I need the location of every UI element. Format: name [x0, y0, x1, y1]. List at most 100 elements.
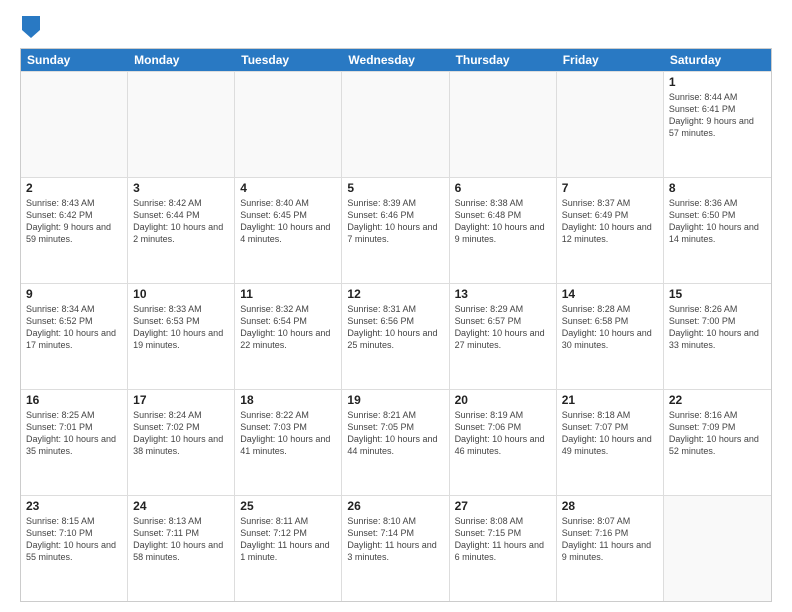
calendar: SundayMondayTuesdayWednesdayThursdayFrid… — [20, 48, 772, 602]
calendar-cell: 15 Sunrise: 8:26 AM Sunset: 7:00 PM Dayli… — [664, 284, 771, 389]
day-info: Sunrise: 8:26 AM Sunset: 7:00 PM Dayligh… — [669, 303, 766, 352]
calendar-cell: 8 Sunrise: 8:36 AM Sunset: 6:50 PM Daylig… — [664, 178, 771, 283]
day-number: 12 — [347, 287, 443, 301]
calendar-cell: 11Sunrise: 8:32 AM Sunset: 6:54 PM Dayli… — [235, 284, 342, 389]
calendar-header-cell: Monday — [128, 49, 235, 71]
calendar-row: 2 Sunrise: 8:43 AM Sunset: 6:42 PM Daylig… — [21, 177, 771, 283]
day-info: Sunrise: 8:25 AM Sunset: 7:01 PM Dayligh… — [26, 409, 122, 458]
day-info: Sunrise: 8:11 AM Sunset: 7:12 PM Dayligh… — [240, 515, 336, 564]
calendar-cell: 20 Sunrise: 8:19 AM Sunset: 7:06 PM Dayli… — [450, 390, 557, 495]
calendar-cell: 25 Sunrise: 8:11 AM Sunset: 7:12 PM Dayli… — [235, 496, 342, 601]
calendar-cell: 16 Sunrise: 8:25 AM Sunset: 7:01 PM Dayli… — [21, 390, 128, 495]
calendar-header-cell: Friday — [557, 49, 664, 71]
calendar-row: 23Sunrise: 8:15 AM Sunset: 7:10 PM Dayli… — [21, 495, 771, 601]
day-number: 18 — [240, 393, 336, 407]
day-info: Sunrise: 8:19 AM Sunset: 7:06 PM Dayligh… — [455, 409, 551, 458]
calendar-cell: 28 Sunrise: 8:07 AM Sunset: 7:16 PM Dayli… — [557, 496, 664, 601]
calendar-cell — [342, 72, 449, 177]
day-info: Sunrise: 8:31 AM Sunset: 6:56 PM Dayligh… — [347, 303, 443, 352]
calendar-cell — [128, 72, 235, 177]
calendar-cell: 19Sunrise: 8:21 AM Sunset: 7:05 PM Dayli… — [342, 390, 449, 495]
logo-icon — [22, 16, 40, 38]
day-number: 27 — [455, 499, 551, 513]
day-info: Sunrise: 8:39 AM Sunset: 6:46 PM Dayligh… — [347, 197, 443, 246]
calendar-cell — [235, 72, 342, 177]
day-info: Sunrise: 8:13 AM Sunset: 7:11 PM Dayligh… — [133, 515, 229, 564]
day-number: 1 — [669, 75, 766, 89]
day-number: 5 — [347, 181, 443, 195]
page: SundayMondayTuesdayWednesdayThursdayFrid… — [0, 0, 792, 612]
calendar-cell: 9 Sunrise: 8:34 AM Sunset: 6:52 PM Daylig… — [21, 284, 128, 389]
calendar-cell: 21 Sunrise: 8:18 AM Sunset: 7:07 PM Dayli… — [557, 390, 664, 495]
day-info: Sunrise: 8:36 AM Sunset: 6:50 PM Dayligh… — [669, 197, 766, 246]
day-number: 9 — [26, 287, 122, 301]
day-info: Sunrise: 8:44 AM Sunset: 6:41 PM Dayligh… — [669, 91, 766, 140]
day-number: 24 — [133, 499, 229, 513]
calendar-cell: 23Sunrise: 8:15 AM Sunset: 7:10 PM Dayli… — [21, 496, 128, 601]
calendar-cell: 22 Sunrise: 8:16 AM Sunset: 7:09 PM Dayli… — [664, 390, 771, 495]
day-number: 2 — [26, 181, 122, 195]
day-number: 14 — [562, 287, 658, 301]
day-number: 26 — [347, 499, 443, 513]
calendar-cell: 12 Sunrise: 8:31 AM Sunset: 6:56 PM Dayli… — [342, 284, 449, 389]
day-info: Sunrise: 8:37 AM Sunset: 6:49 PM Dayligh… — [562, 197, 658, 246]
day-info: Sunrise: 8:40 AM Sunset: 6:45 PM Dayligh… — [240, 197, 336, 246]
day-info: Sunrise: 8:42 AM Sunset: 6:44 PM Dayligh… — [133, 197, 229, 246]
calendar-cell — [450, 72, 557, 177]
calendar-cell: 14 Sunrise: 8:28 AM Sunset: 6:58 PM Dayli… — [557, 284, 664, 389]
calendar-cell: 13 Sunrise: 8:29 AM Sunset: 6:57 PM Dayli… — [450, 284, 557, 389]
day-info: Sunrise: 8:18 AM Sunset: 7:07 PM Dayligh… — [562, 409, 658, 458]
day-info: Sunrise: 8:07 AM Sunset: 7:16 PM Dayligh… — [562, 515, 658, 564]
calendar-cell: 7Sunrise: 8:37 AM Sunset: 6:49 PM Daylig… — [557, 178, 664, 283]
day-number: 22 — [669, 393, 766, 407]
day-info: Sunrise: 8:33 AM Sunset: 6:53 PM Dayligh… — [133, 303, 229, 352]
calendar-row: 1 Sunrise: 8:44 AM Sunset: 6:41 PM Daylig… — [21, 71, 771, 177]
calendar-cell: 4 Sunrise: 8:40 AM Sunset: 6:45 PM Daylig… — [235, 178, 342, 283]
day-info: Sunrise: 8:38 AM Sunset: 6:48 PM Dayligh… — [455, 197, 551, 246]
day-number: 8 — [669, 181, 766, 195]
day-info: Sunrise: 8:34 AM Sunset: 6:52 PM Dayligh… — [26, 303, 122, 352]
day-number: 25 — [240, 499, 336, 513]
day-number: 20 — [455, 393, 551, 407]
day-info: Sunrise: 8:10 AM Sunset: 7:14 PM Dayligh… — [347, 515, 443, 564]
calendar-cell: 17 Sunrise: 8:24 AM Sunset: 7:02 PM Dayli… — [128, 390, 235, 495]
calendar-cell — [21, 72, 128, 177]
calendar-header-cell: Tuesday — [235, 49, 342, 71]
calendar-row: 16 Sunrise: 8:25 AM Sunset: 7:01 PM Dayli… — [21, 389, 771, 495]
calendar-cell — [664, 496, 771, 601]
day-info: Sunrise: 8:28 AM Sunset: 6:58 PM Dayligh… — [562, 303, 658, 352]
day-number: 28 — [562, 499, 658, 513]
day-info: Sunrise: 8:15 AM Sunset: 7:10 PM Dayligh… — [26, 515, 122, 564]
day-number: 19 — [347, 393, 443, 407]
day-number: 4 — [240, 181, 336, 195]
calendar-cell: 27 Sunrise: 8:08 AM Sunset: 7:15 PM Dayli… — [450, 496, 557, 601]
calendar-cell: 10 Sunrise: 8:33 AM Sunset: 6:53 PM Dayli… — [128, 284, 235, 389]
day-info: Sunrise: 8:22 AM Sunset: 7:03 PM Dayligh… — [240, 409, 336, 458]
day-number: 13 — [455, 287, 551, 301]
calendar-cell: 1 Sunrise: 8:44 AM Sunset: 6:41 PM Daylig… — [664, 72, 771, 177]
calendar-header-cell: Saturday — [664, 49, 771, 71]
calendar-cell — [557, 72, 664, 177]
calendar-header-cell: Thursday — [450, 49, 557, 71]
logo — [20, 16, 40, 38]
day-number: 16 — [26, 393, 122, 407]
calendar-body: 1 Sunrise: 8:44 AM Sunset: 6:41 PM Daylig… — [21, 71, 771, 601]
calendar-cell: 26 Sunrise: 8:10 AM Sunset: 7:14 PM Dayli… — [342, 496, 449, 601]
day-info: Sunrise: 8:16 AM Sunset: 7:09 PM Dayligh… — [669, 409, 766, 458]
calendar-cell: 2 Sunrise: 8:43 AM Sunset: 6:42 PM Daylig… — [21, 178, 128, 283]
day-number: 17 — [133, 393, 229, 407]
day-number: 21 — [562, 393, 658, 407]
calendar-cell: 24 Sunrise: 8:13 AM Sunset: 7:11 PM Dayli… — [128, 496, 235, 601]
calendar-cell: 3Sunrise: 8:42 AM Sunset: 6:44 PM Daylig… — [128, 178, 235, 283]
day-info: Sunrise: 8:29 AM Sunset: 6:57 PM Dayligh… — [455, 303, 551, 352]
calendar-row: 9 Sunrise: 8:34 AM Sunset: 6:52 PM Daylig… — [21, 283, 771, 389]
calendar-cell: 5 Sunrise: 8:39 AM Sunset: 6:46 PM Daylig… — [342, 178, 449, 283]
calendar-header: SundayMondayTuesdayWednesdayThursdayFrid… — [21, 49, 771, 71]
day-info: Sunrise: 8:43 AM Sunset: 6:42 PM Dayligh… — [26, 197, 122, 246]
day-info: Sunrise: 8:32 AM Sunset: 6:54 PM Dayligh… — [240, 303, 336, 352]
day-number: 15 — [669, 287, 766, 301]
calendar-header-cell: Wednesday — [342, 49, 449, 71]
day-info: Sunrise: 8:08 AM Sunset: 7:15 PM Dayligh… — [455, 515, 551, 564]
day-info: Sunrise: 8:24 AM Sunset: 7:02 PM Dayligh… — [133, 409, 229, 458]
day-number: 10 — [133, 287, 229, 301]
